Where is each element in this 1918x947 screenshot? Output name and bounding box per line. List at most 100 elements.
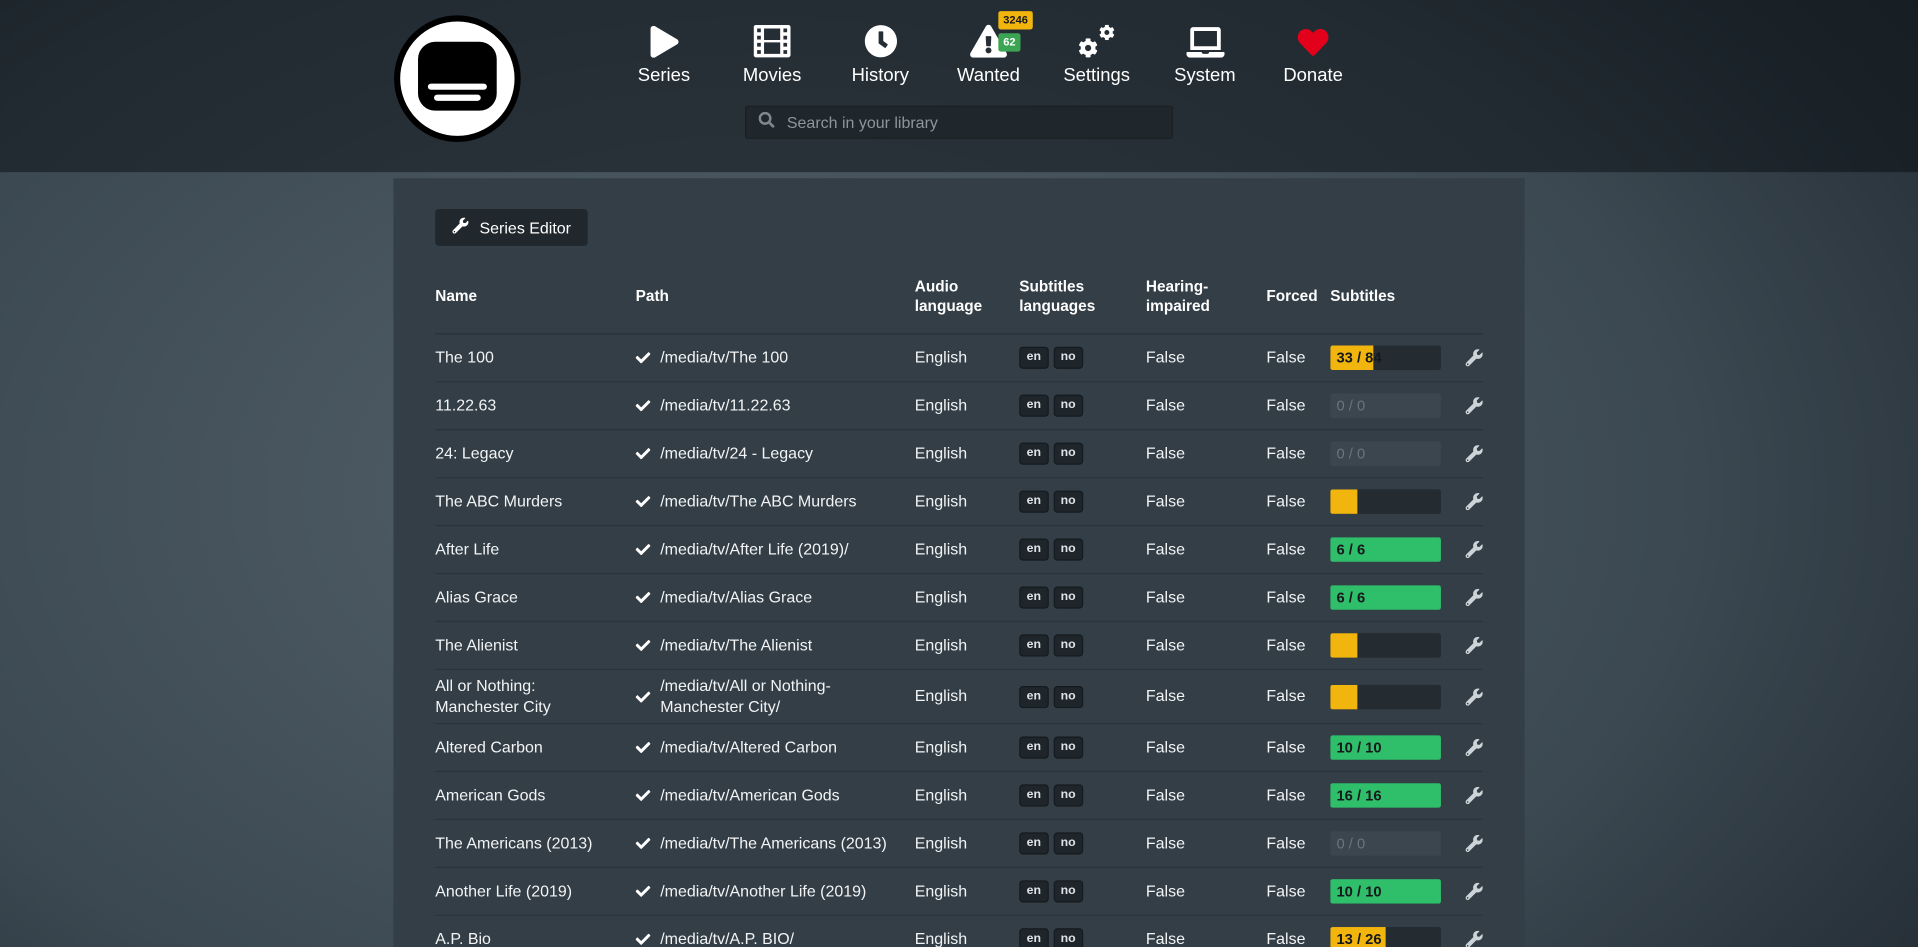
check-icon — [636, 884, 651, 899]
subtitles-progress-cell: 16 / 16 — [1330, 783, 1450, 808]
language-badge: no — [1053, 491, 1083, 513]
series-path-text: /media/tv/A.P. BIO/ — [660, 929, 794, 947]
column-header-subs: Subtitles — [1330, 287, 1450, 306]
nav-item-system[interactable]: System — [1151, 18, 1259, 86]
audio-language-value: English — [915, 444, 1020, 464]
forced-value: False — [1266, 687, 1330, 707]
series-path-text: /media/tv/All or Nothing- Manchester Cit… — [660, 677, 900, 717]
table-row: Altered Carbon /media/tv/Altered Carbon … — [435, 724, 1483, 772]
edit-series-button[interactable] — [1466, 930, 1483, 947]
content-panel: Series Editor NamePathAudio languageSubt… — [393, 178, 1524, 947]
series-name[interactable]: 24: Legacy — [435, 444, 635, 464]
hearing-impaired-value: False — [1146, 636, 1266, 656]
table-row: After Life /media/tv/After Life (2019)/ … — [435, 527, 1483, 575]
series-name[interactable]: After Life — [435, 540, 635, 560]
series-name[interactable]: American Gods — [435, 785, 635, 805]
bazarr-logo[interactable] — [393, 15, 521, 143]
check-icon — [636, 399, 651, 414]
series-name[interactable]: The 100 — [435, 348, 635, 368]
audio-language-value: English — [915, 588, 1020, 608]
subtitles-languages-badges: enno — [1019, 587, 1146, 609]
series-editor-button[interactable]: Series Editor — [435, 209, 588, 246]
app-canvas: Series Movies History Wanted 324662 Sett… — [0, 0, 1918, 947]
edit-series-button[interactable] — [1466, 541, 1483, 558]
series-editor-label: Series Editor — [480, 218, 572, 236]
series-name[interactable]: All or Nothing: Manchester City — [435, 677, 635, 717]
series-name[interactable]: 11.22.63 — [435, 396, 635, 416]
subtitles-progress-cell: 0 / 0 — [1330, 831, 1450, 856]
subtitles-progress-bar: 13 / 26 — [1330, 927, 1441, 947]
table-header: NamePathAudio languageSubtitles language… — [435, 266, 1483, 335]
edit-series-button[interactable] — [1466, 739, 1483, 756]
edit-series-button[interactable] — [1466, 493, 1483, 510]
series-path-text: /media/tv/The 100 — [660, 348, 788, 368]
subtitles-progress-bar: 0 / 0 — [1330, 394, 1441, 419]
table-row: 24: Legacy /media/tv/24 - Legacy English… — [435, 431, 1483, 479]
audio-language-value: English — [915, 929, 1020, 947]
language-badge: en — [1019, 491, 1048, 513]
table-row: American Gods /media/tv/American Gods En… — [435, 772, 1483, 820]
progress-label: 0 / 0 — [1336, 397, 1365, 415]
nav-item-label: System — [1174, 65, 1235, 86]
edit-series-button[interactable] — [1466, 787, 1483, 804]
edit-series-button[interactable] — [1466, 445, 1483, 462]
progress-label: 33 / 84 — [1336, 349, 1381, 367]
series-path: /media/tv/The ABC Murders — [636, 492, 915, 512]
nav-item-settings[interactable]: Settings — [1043, 18, 1151, 86]
search-bar — [745, 106, 1173, 139]
edit-series-button[interactable] — [1466, 637, 1483, 654]
series-name[interactable]: A.P. Bio — [435, 929, 635, 947]
forced-value: False — [1266, 737, 1330, 757]
subtitles-progress-cell: 6 / 6 — [1330, 586, 1450, 611]
language-badge: en — [1019, 539, 1048, 561]
nav-item-series[interactable]: Series — [610, 18, 718, 86]
language-badge: no — [1053, 635, 1083, 657]
language-badge: en — [1019, 736, 1048, 758]
forced-value: False — [1266, 444, 1330, 464]
bazarr-logo-icon — [393, 15, 521, 143]
series-path: /media/tv/Altered Carbon — [636, 737, 915, 757]
subtitles-progress-bar: 6 / 6 — [1330, 538, 1441, 563]
series-name[interactable]: Altered Carbon — [435, 737, 635, 757]
edit-series-button[interactable] — [1466, 835, 1483, 852]
subtitles-languages-badges: enno — [1019, 832, 1146, 854]
hearing-impaired-value: False — [1146, 785, 1266, 805]
search-input[interactable] — [784, 112, 1159, 133]
hearing-impaired-value: False — [1146, 492, 1266, 512]
language-badge: no — [1053, 784, 1083, 806]
subtitles-languages-badges: enno — [1019, 784, 1146, 806]
edit-series-button[interactable] — [1466, 688, 1483, 705]
progress-label: 0 / 0 — [1336, 445, 1365, 463]
language-badge: no — [1053, 539, 1083, 561]
edit-series-button[interactable] — [1466, 397, 1483, 414]
bazarr-app: Series Movies History Wanted 324662 Sett… — [0, 0, 1918, 947]
series-name[interactable]: The ABC Murders — [435, 492, 635, 512]
series-name[interactable]: The Americans (2013) — [435, 833, 635, 853]
series-path: /media/tv/24 - Legacy — [636, 444, 915, 464]
subtitles-languages-badges: enno — [1019, 443, 1146, 465]
series-name[interactable]: Alias Grace — [435, 588, 635, 608]
hearing-impaired-value: False — [1146, 833, 1266, 853]
series-path-text: /media/tv/The Alienist — [660, 636, 812, 656]
language-badge: no — [1053, 832, 1083, 854]
column-header-forced: Forced — [1266, 287, 1330, 306]
check-icon — [636, 590, 651, 605]
edit-series-button[interactable] — [1466, 589, 1483, 606]
series-path: /media/tv/After Life (2019)/ — [636, 540, 915, 560]
series-path-text: /media/tv/American Gods — [660, 785, 839, 805]
column-header-name: Name — [435, 287, 635, 306]
nav-item-movies[interactable]: Movies — [718, 18, 826, 86]
nav-item-donate[interactable]: Donate — [1259, 18, 1367, 86]
nav-item-wanted[interactable]: Wanted 324662 — [934, 18, 1042, 86]
series-name[interactable]: Another Life (2019) — [435, 881, 635, 901]
forced-value: False — [1266, 636, 1330, 656]
nav-item-history[interactable]: History — [826, 18, 934, 86]
forced-value: False — [1266, 588, 1330, 608]
edit-series-button[interactable] — [1466, 882, 1483, 899]
clock-icon — [864, 18, 897, 57]
subtitles-progress-cell: 0 / 0 — [1330, 394, 1450, 419]
subtitles-progress-cell — [1330, 633, 1450, 658]
edit-series-button[interactable] — [1466, 349, 1483, 366]
subtitles-languages-badges: enno — [1019, 347, 1146, 369]
series-name[interactable]: The Alienist — [435, 636, 635, 656]
